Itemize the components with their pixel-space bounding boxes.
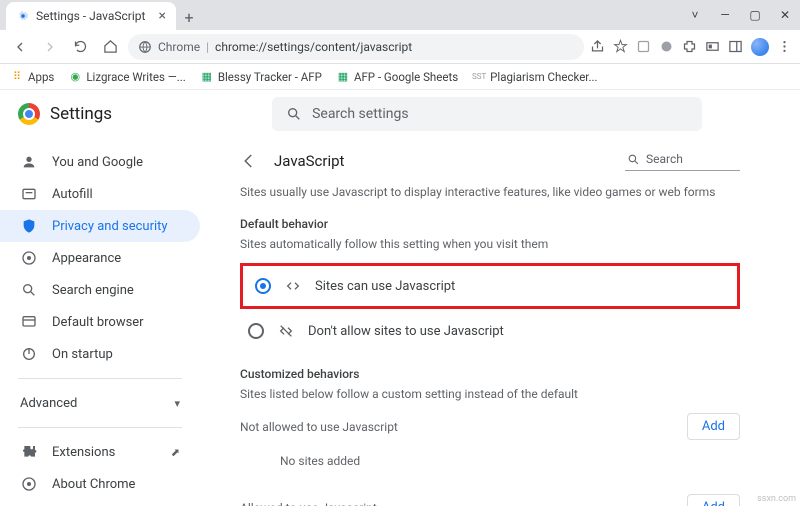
bookmark-item[interactable]: ▦Blessy Tracker - AFP <box>200 70 322 84</box>
description-text: Sites usually use Javascript to display … <box>240 185 740 199</box>
home-button[interactable] <box>98 35 122 59</box>
sidebar-item-privacy-security[interactable]: Privacy and security <box>0 210 200 242</box>
bookmark-star-icon[interactable] <box>613 39 628 54</box>
radio-checked-icon <box>255 278 271 294</box>
radio-unchecked-icon <box>248 323 264 339</box>
palette-icon <box>20 250 38 266</box>
section-heading: Default behavior <box>240 217 740 231</box>
tab-title: Settings - JavaScript <box>36 9 145 23</box>
browser-tab[interactable]: Settings - JavaScript × <box>6 2 176 30</box>
gear-icon <box>16 9 30 23</box>
code-icon <box>285 278 301 294</box>
person-icon <box>20 154 38 170</box>
puzzle-icon[interactable] <box>682 39 697 54</box>
sheets-icon: ▦ <box>336 70 350 84</box>
watermark: ssxn.com <box>757 494 796 504</box>
back-arrow-button[interactable] <box>240 152 258 170</box>
window-titlebar: Settings - JavaScript × + ˅ — ▢ ✕ <box>0 0 800 30</box>
search-icon <box>20 282 38 298</box>
sidebar-item-search-engine[interactable]: Search engine <box>0 274 200 306</box>
section-heading: Customized behaviors <box>240 367 740 381</box>
bookmark-item[interactable]: ▦AFP - Google Sheets <box>336 70 458 84</box>
settings-sidebar: You and Google Autofill Privacy and secu… <box>0 138 200 506</box>
highlighted-option: Sites can use Javascript <box>240 263 740 309</box>
external-link-icon: ⬈ <box>171 446 180 459</box>
puzzle-icon <box>20 444 38 460</box>
sidebar-item-about-chrome[interactable]: About Chrome <box>0 468 200 500</box>
chevron-down-icon: ▾ <box>174 397 180 410</box>
radio-option-block-js[interactable]: Don't allow sites to use Javascript <box>240 313 740 349</box>
side-panel-icon[interactable] <box>728 39 743 54</box>
divider <box>18 378 182 379</box>
bookmarks-bar: ⠿Apps ◉Lizgrace Writes —... ▦Blessy Trac… <box>0 64 800 90</box>
chevron-down-icon[interactable]: ˅ <box>680 0 710 30</box>
url-text: chrome://settings/content/javascript <box>215 40 412 54</box>
bookmark-item[interactable]: ◉Lizgrace Writes —... <box>68 70 185 84</box>
allowed-label: Allowed to use Javascript <box>240 501 377 506</box>
sidebar-item-advanced[interactable]: Advanced▾ <box>0 387 200 419</box>
bookmark-item[interactable]: SSTPlagiarism Checker... <box>472 70 597 84</box>
site-icon: SST <box>472 70 486 84</box>
reading-list-icon[interactable] <box>705 39 720 54</box>
add-allowed-button[interactable]: Add <box>687 494 740 506</box>
settings-content: JavaScript Search Sites usually use Java… <box>200 138 800 506</box>
shield-icon <box>20 218 38 234</box>
page-title: Settings <box>50 104 112 124</box>
close-tab-icon[interactable]: × <box>159 8 166 24</box>
sidebar-item-on-startup[interactable]: On startup <box>0 338 200 370</box>
share-icon[interactable] <box>590 39 605 54</box>
sidebar-item-autofill[interactable]: Autofill <box>0 178 200 210</box>
browser-toolbar: Chrome | chrome://settings/content/javas… <box>0 30 800 64</box>
site-info-icon[interactable] <box>138 40 152 54</box>
sheets-icon: ▦ <box>200 70 214 84</box>
chrome-logo-icon <box>18 103 40 125</box>
back-button[interactable] <box>8 35 32 59</box>
not-allowed-label: Not allowed to use Javascript <box>240 420 398 434</box>
local-search-input[interactable]: Search <box>625 150 740 171</box>
menu-dots-icon[interactable] <box>777 39 792 54</box>
settings-search-input[interactable]: Search settings <box>272 97 702 131</box>
maximize-button[interactable]: ▢ <box>740 0 770 30</box>
content-title: JavaScript <box>274 152 344 170</box>
browser-icon <box>20 314 38 330</box>
extension-box-icon[interactable] <box>636 39 651 54</box>
section-subtext: Sites listed below follow a custom setti… <box>240 387 740 401</box>
sidebar-item-appearance[interactable]: Appearance <box>0 242 200 274</box>
radio-option-allow-js[interactable]: Sites can use Javascript <box>247 268 733 304</box>
apps-icon: ⠿ <box>10 70 24 84</box>
stop-icon[interactable] <box>659 39 674 54</box>
close-window-button[interactable]: ✕ <box>770 0 800 30</box>
chrome-icon <box>20 476 38 492</box>
sidebar-item-default-browser[interactable]: Default browser <box>0 306 200 338</box>
settings-header: Settings Search settings <box>0 90 800 138</box>
bookmark-item[interactable]: ⠿Apps <box>10 70 54 84</box>
power-icon <box>20 346 38 362</box>
search-icon <box>627 153 640 166</box>
no-sites-text: No sites added <box>240 444 740 486</box>
code-off-icon <box>278 323 294 339</box>
profile-avatar[interactable] <box>751 38 769 56</box>
forward-button[interactable] <box>38 35 62 59</box>
sidebar-item-you-and-google[interactable]: You and Google <box>0 146 200 178</box>
reload-button[interactable] <box>68 35 92 59</box>
section-subtext: Sites automatically follow this setting … <box>240 237 740 251</box>
minimize-button[interactable]: — <box>710 0 740 30</box>
new-tab-button[interactable]: + <box>176 4 202 30</box>
search-icon <box>286 106 302 122</box>
add-not-allowed-button[interactable]: Add <box>687 413 740 440</box>
divider <box>18 427 182 428</box>
address-bar[interactable]: Chrome | chrome://settings/content/javas… <box>128 34 584 60</box>
site-icon: ◉ <box>68 70 82 84</box>
autofill-icon <box>20 186 38 202</box>
url-scheme: Chrome <box>158 40 200 54</box>
sidebar-item-extensions[interactable]: Extensions⬈ <box>0 436 200 468</box>
